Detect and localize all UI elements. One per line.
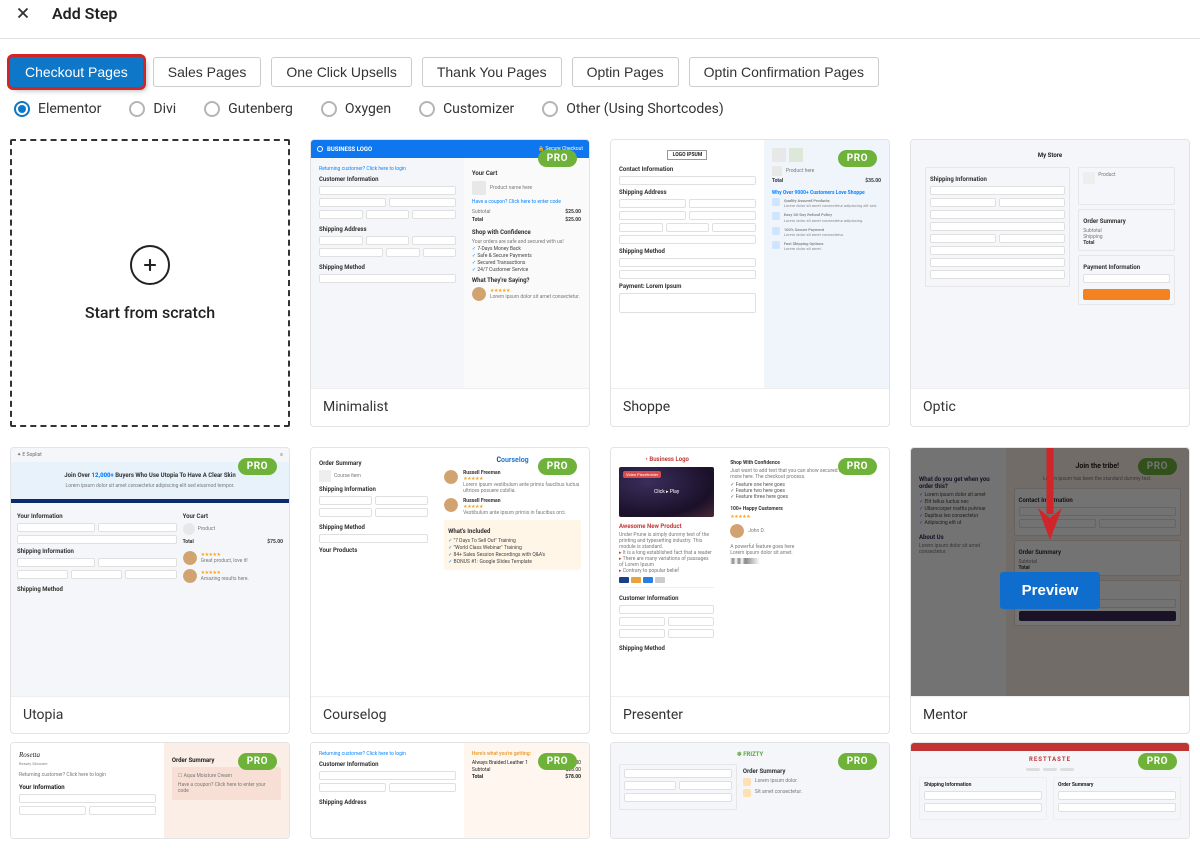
template-thumbnail: PRO LOGO IPSUM Contact Information Shipp… [611, 140, 889, 388]
template-name: Optic [911, 388, 1189, 425]
template-name: Shoppe [611, 388, 889, 425]
pro-badge: PRO [538, 753, 577, 770]
pro-badge: PRO [838, 753, 877, 770]
template-thumbnail: PRO Returning customer? Click here to lo… [311, 743, 589, 838]
pro-badge: PRO [238, 458, 277, 475]
tab-label: Checkout Pages [25, 64, 128, 80]
template-card-presenter[interactable]: PRO ◔ Business Logo Video PlaceholderCli… [610, 447, 890, 734]
preview-button[interactable]: Preview [1000, 572, 1101, 609]
tab-optin-confirmation-pages[interactable]: Optin Confirmation Pages [689, 57, 879, 87]
template-name: Courselog [311, 696, 589, 733]
scratch-label: Start from scratch [85, 303, 215, 322]
radio-label: Other (Using Shortcodes) [566, 101, 724, 117]
template-card-rosetta[interactable]: PRO Rosetta Beauty Skincare Returning cu… [10, 742, 290, 839]
template-thumbnail: PRO Order Summary Course item Shipping I… [311, 448, 589, 696]
template-card-courselog[interactable]: PRO Order Summary Course item Shipping I… [310, 447, 590, 734]
radio-label: Elementor [38, 101, 101, 117]
radio-label: Divi [153, 101, 176, 117]
radio-oxygen[interactable]: Oxygen [321, 101, 391, 117]
tab-one-click-upsells[interactable]: One Click Upsells [271, 57, 411, 87]
template-thumbnail: PRO RESTTASTE Shipping Information Order… [911, 743, 1189, 838]
radio-customizer[interactable]: Customizer [419, 101, 514, 117]
page-type-tabs: Checkout Pages Sales Pages One Click Ups… [0, 39, 1200, 95]
radio-divi[interactable]: Divi [129, 101, 176, 117]
template-thumbnail: PRO BUSINESS LOGO🔒 Secure Checkout Retur… [311, 140, 589, 388]
template-card-minimalist[interactable]: PRO BUSINESS LOGO🔒 Secure Checkout Retur… [310, 139, 590, 427]
radio-icon [321, 101, 337, 117]
close-button[interactable] [10, 0, 36, 26]
radio-label: Customizer [443, 101, 514, 117]
radio-icon [14, 101, 30, 117]
pro-badge: PRO [838, 150, 877, 167]
tab-label: Sales Pages [168, 64, 247, 80]
tab-label: One Click Upsells [286, 64, 396, 80]
template-card-mentor[interactable]: PRO What do you get when you order this?… [910, 447, 1190, 734]
tab-sales-pages[interactable]: Sales Pages [153, 57, 262, 87]
template-thumbnail: PRO FRIZTY Order Summary Lorem ipsum dol… [611, 743, 889, 838]
pro-badge: PRO [238, 753, 277, 770]
pro-badge: PRO [838, 458, 877, 475]
template-card-shoppe[interactable]: PRO LOGO IPSUM Contact Information Shipp… [610, 139, 890, 427]
template-thumbnail: PRO ✦ E Soplist≡ Join Over 12,000+ Buyer… [11, 448, 289, 696]
template-card-optic[interactable]: My Store Shipping Information Product [910, 139, 1190, 427]
template-card[interactable]: PRO Returning customer? Click here to lo… [310, 742, 590, 839]
builder-radio-group: Elementor Divi Gutenberg Oxygen Customiz… [0, 95, 1200, 133]
radio-icon [204, 101, 220, 117]
radio-other[interactable]: Other (Using Shortcodes) [542, 101, 724, 117]
pro-badge: PRO [538, 150, 577, 167]
page-title: Add Step [52, 4, 117, 23]
template-thumbnail: PRO ◔ Business Logo Video PlaceholderCli… [611, 448, 889, 696]
plus-icon [130, 245, 170, 285]
radio-label: Oxygen [345, 101, 391, 117]
template-name: Utopia [11, 696, 289, 733]
start-from-scratch-card[interactable]: Start from scratch [10, 139, 290, 427]
card-hover-overlay: Preview [911, 448, 1189, 733]
template-card-frizty[interactable]: PRO FRIZTY Order Summary Lorem ipsum dol… [610, 742, 890, 839]
template-thumbnail: My Store Shipping Information Product [911, 140, 1189, 388]
radio-icon [542, 101, 558, 117]
template-thumbnail: PRO Rosetta Beauty Skincare Returning cu… [11, 743, 289, 838]
radio-gutenberg[interactable]: Gutenberg [204, 101, 293, 117]
tab-label: Optin Pages [587, 64, 664, 80]
tab-label: Thank You Pages [437, 64, 547, 80]
radio-elementor[interactable]: Elementor [14, 101, 101, 117]
radio-label: Gutenberg [228, 101, 293, 117]
close-icon [14, 4, 32, 22]
radio-icon [129, 101, 145, 117]
tab-checkout-pages[interactable]: Checkout Pages [10, 57, 143, 87]
template-name: Presenter [611, 696, 889, 733]
tab-label: Optin Confirmation Pages [704, 64, 864, 80]
pro-badge: PRO [538, 458, 577, 475]
template-card-resttaste[interactable]: PRO RESTTASTE Shipping Information Order… [910, 742, 1190, 839]
tab-optin-pages[interactable]: Optin Pages [572, 57, 679, 87]
pro-badge: PRO [1138, 753, 1177, 770]
annotation-arrow-icon [1036, 447, 1064, 546]
template-card-utopia[interactable]: PRO ✦ E Soplist≡ Join Over 12,000+ Buyer… [10, 447, 290, 734]
template-name: Minimalist [311, 388, 589, 425]
radio-icon [419, 101, 435, 117]
tab-thank-you-pages[interactable]: Thank You Pages [422, 57, 562, 87]
